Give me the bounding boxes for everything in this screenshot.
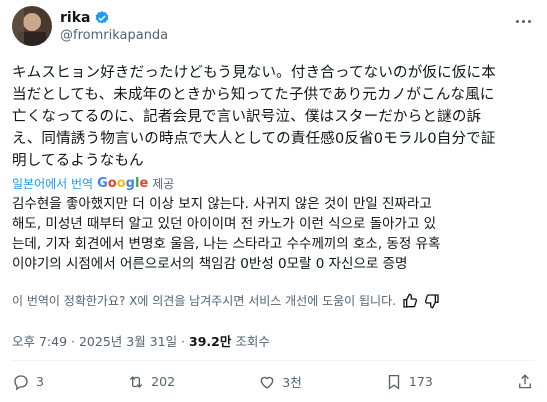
- verified-badge-icon: [94, 10, 110, 26]
- tweet-text-line: え、同情誘う物言いの時点で大人としての責任感0反省0モラル0自分で証: [12, 131, 496, 147]
- translation-attribution: 일본어에서 번역 Google 제공: [12, 175, 174, 192]
- feedback-question: 이 번역이 정확한가요? X에 의견을 남겨주시면 서비스 개선에 도움이 됩니…: [12, 294, 396, 308]
- tweet-text-line: 明してるようなもん: [12, 153, 144, 169]
- retweet-button[interactable]: 202: [127, 373, 175, 391]
- thumbs-up-icon[interactable]: [402, 293, 418, 309]
- reply-button[interactable]: 3: [12, 373, 44, 391]
- retweet-count: 202: [151, 374, 176, 389]
- translated-line: 는데, 기자 회견에서 변명호 울음, 나는 스타라고 수수께끼의 호소, 동정…: [12, 236, 441, 252]
- tweet-text-line: キムスヒョン好きだったけどもう見ない。付き合ってないのが仮に仮に本: [12, 65, 496, 81]
- bookmark-count: 173: [408, 374, 433, 389]
- tweet-header: rika @fromrikapanda: [12, 6, 168, 46]
- reply-count: 3: [36, 374, 44, 389]
- heart-icon: [260, 376, 274, 389]
- bookmark-icon: [388, 374, 400, 390]
- author-name[interactable]: rika: [60, 10, 90, 26]
- divider: [12, 360, 535, 361]
- tweet-container: rika @fromrikapanda キムスヒョン好きだったけどもう見ない。付…: [0, 0, 547, 402]
- tweet-text-line: 亡くなってるのに、記者会見で言い訳号泣、僕はスターだからと謎の訴: [12, 109, 482, 125]
- translated-line: 해도, 미성년 때부터 알고 있던 아이이며 전 카노가 이런 식으로 돌아가고…: [12, 216, 437, 232]
- share-icon: [519, 373, 531, 388]
- timestamp[interactable]: 오후 7:49 · 2025년 3월 31일 ·: [12, 334, 189, 349]
- translated-from-link[interactable]: 일본어에서 번역: [12, 175, 93, 192]
- retweet-icon: [130, 375, 143, 388]
- tweet-text: キムスヒョン好きだったけどもう見ない。付き合ってないのが仮に仮に本 当だとしても…: [12, 62, 534, 172]
- google-logo: Google: [97, 176, 149, 191]
- thumbs-down-icon[interactable]: [424, 293, 440, 309]
- more-options-icon[interactable]: [513, 14, 533, 28]
- like-button[interactable]: 3천: [258, 372, 302, 391]
- tweet-metadata: 오후 7:49 · 2025년 3월 31일 · 39.2만 조회수: [12, 331, 270, 350]
- translated-text: 김수현을 좋아했지만 더 이상 보지 않는다. 사귀지 않은 것이 만일 진짜라…: [12, 194, 534, 274]
- translation-feedback: 이 번역이 정확한가요? X에 의견을 남겨주시면 서비스 개선에 도움이 됩니…: [12, 292, 440, 309]
- tweet-text-line: 当だとしても、未成年のときから知ってた子供であり元カノがこんな風に: [12, 87, 495, 103]
- bookmark-button[interactable]: 173: [385, 373, 433, 391]
- author-handle[interactable]: @fromrikapanda: [60, 28, 168, 43]
- view-count: 39.2만: [189, 334, 232, 349]
- reply-icon: [14, 374, 28, 390]
- translated-line: 김수현을 좋아했지만 더 이상 보지 않는다. 사귀지 않은 것이 만일 진짜라…: [12, 196, 432, 212]
- avatar[interactable]: [12, 6, 52, 46]
- like-count: 3천: [282, 375, 302, 390]
- action-bar: 3 202 3천 173: [12, 372, 534, 391]
- translated-line: 이야기의 시점에서 어른으로서의 책임감 0반성 0모랄 0 자신으로 증명: [12, 256, 408, 272]
- view-label: 조회수: [231, 334, 270, 349]
- translation-provider-label: 제공: [152, 177, 175, 191]
- share-button[interactable]: [516, 373, 534, 391]
